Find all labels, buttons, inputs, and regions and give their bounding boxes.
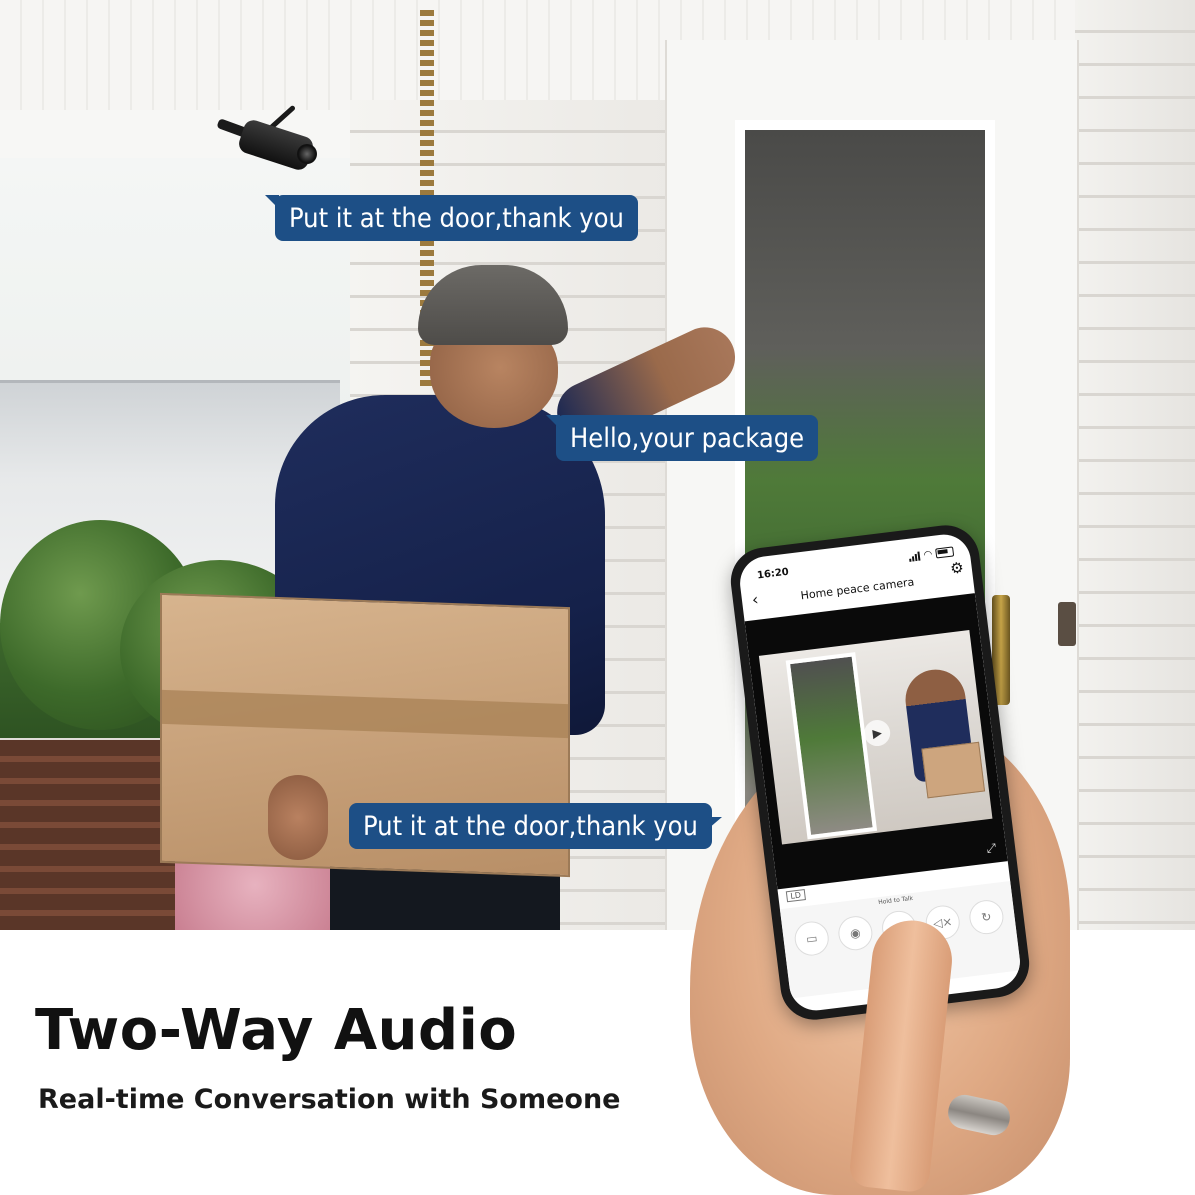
wifi-icon: ◠ — [923, 548, 933, 561]
fullscreen-icon[interactable]: ⤢ — [986, 840, 997, 856]
doorbell — [1058, 602, 1076, 646]
status-time: 16:20 — [756, 566, 790, 581]
app-title: Home peace camera — [799, 574, 915, 602]
courier-hand — [268, 775, 328, 860]
speech-bubble-courier: Hello,your package — [545, 415, 819, 461]
live-video-feed[interactable]: ▶ ⤢ — [744, 593, 1008, 890]
quality-badge[interactable]: LD — [785, 889, 806, 903]
speech-bubble-text: Put it at the door,thank you — [289, 202, 624, 234]
video-package — [921, 741, 986, 799]
play-icon[interactable]: ▶ — [862, 718, 892, 748]
security-camera-icon — [205, 100, 325, 190]
camera-icon: ◉ — [849, 925, 862, 941]
subheadline: Real-time Conversation with Someone — [38, 1084, 621, 1115]
camera-lens — [297, 144, 317, 164]
video-camera-icon: ▭ — [805, 930, 819, 947]
gear-icon[interactable]: ⚙ — [949, 558, 965, 578]
package-tape — [162, 689, 568, 739]
battery-icon — [935, 546, 955, 559]
video-door — [785, 652, 878, 840]
signal-icon — [909, 551, 921, 562]
record-video-button[interactable]: ▭ — [792, 919, 831, 958]
speech-bubble-text: Put it at the door,thank you — [363, 810, 698, 842]
porch-beam — [0, 110, 400, 160]
back-arrow-icon[interactable]: ‹ — [751, 590, 760, 610]
video-frame: ▶ — [758, 630, 993, 845]
headline: Two-Way Audio — [35, 998, 518, 1063]
status-icons: ◠ — [909, 546, 955, 562]
playback-button[interactable]: ↻ — [967, 898, 1006, 937]
brick-wall-right — [1075, 0, 1195, 930]
speech-bubble-phone: Put it at the door,thank you — [349, 803, 722, 849]
playback-icon: ↻ — [980, 909, 993, 925]
snapshot-button[interactable]: ◉ — [836, 914, 875, 953]
speech-bubble-text: Hello,your package — [570, 422, 805, 454]
speech-bubble-camera: Put it at the door,thank you — [265, 195, 638, 241]
